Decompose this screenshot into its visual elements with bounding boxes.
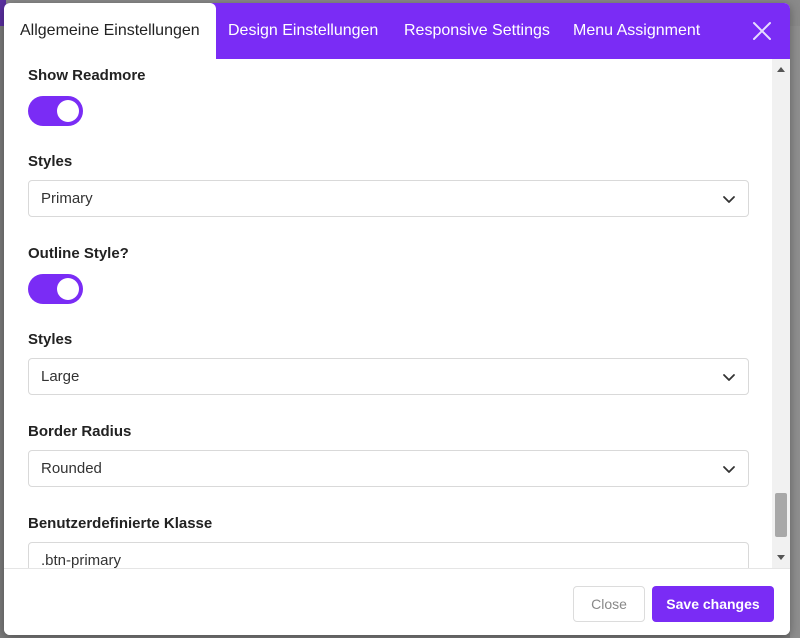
size-styles-label: Styles (28, 331, 73, 348)
show-readmore-label: Show Readmore (28, 67, 146, 84)
outline-style-label: Outline Style? (28, 245, 129, 262)
scrollbar-thumb[interactable] (775, 493, 787, 537)
chevron-down-icon (723, 196, 735, 203)
styles-select[interactable]: Primary (28, 180, 749, 217)
border-radius-label: Border Radius (28, 423, 132, 440)
close-icon[interactable] (750, 19, 774, 43)
modal-tab-bar: Allgemeine Einstellungen Design Einstell… (4, 3, 790, 59)
toggle-knob (57, 100, 79, 122)
settings-modal: Allgemeine Einstellungen Design Einstell… (4, 3, 790, 635)
backdrop-right-edge (790, 26, 800, 638)
tab-allgemeine-einstellungen[interactable]: Allgemeine Einstellungen (4, 3, 216, 59)
styles-select-value: Primary (41, 190, 93, 207)
chevron-down-icon (723, 466, 735, 473)
close-button[interactable]: Close (573, 586, 645, 622)
size-styles-select-value: Large (41, 368, 80, 385)
custom-class-input[interactable] (28, 542, 749, 568)
show-readmore-toggle[interactable] (28, 96, 83, 126)
tab-menu-assignment[interactable]: Menu Assignment (573, 3, 700, 59)
modal-footer: Close Save changes (4, 568, 790, 635)
tab-responsive-settings[interactable]: Responsive Settings (404, 3, 550, 59)
size-styles-select[interactable]: Large (28, 358, 749, 395)
save-changes-button[interactable]: Save changes (652, 586, 774, 622)
border-radius-select-value: Rounded (41, 460, 102, 477)
custom-class-label: Benutzerdefinierte Klasse (28, 515, 213, 532)
scroll-up-arrow-icon[interactable] (777, 67, 785, 72)
tab-design-einstellungen[interactable]: Design Einstellungen (228, 3, 378, 59)
border-radius-select[interactable]: Rounded (28, 450, 749, 487)
chevron-down-icon (723, 374, 735, 381)
scroll-down-arrow-icon[interactable] (777, 555, 785, 560)
modal-scrollbar[interactable] (772, 59, 790, 568)
modal-body: Show Readmore Styles Primary Outline Sty… (4, 59, 790, 568)
outline-style-toggle[interactable] (28, 274, 83, 304)
toggle-knob (57, 278, 79, 300)
styles-label: Styles (28, 153, 73, 170)
